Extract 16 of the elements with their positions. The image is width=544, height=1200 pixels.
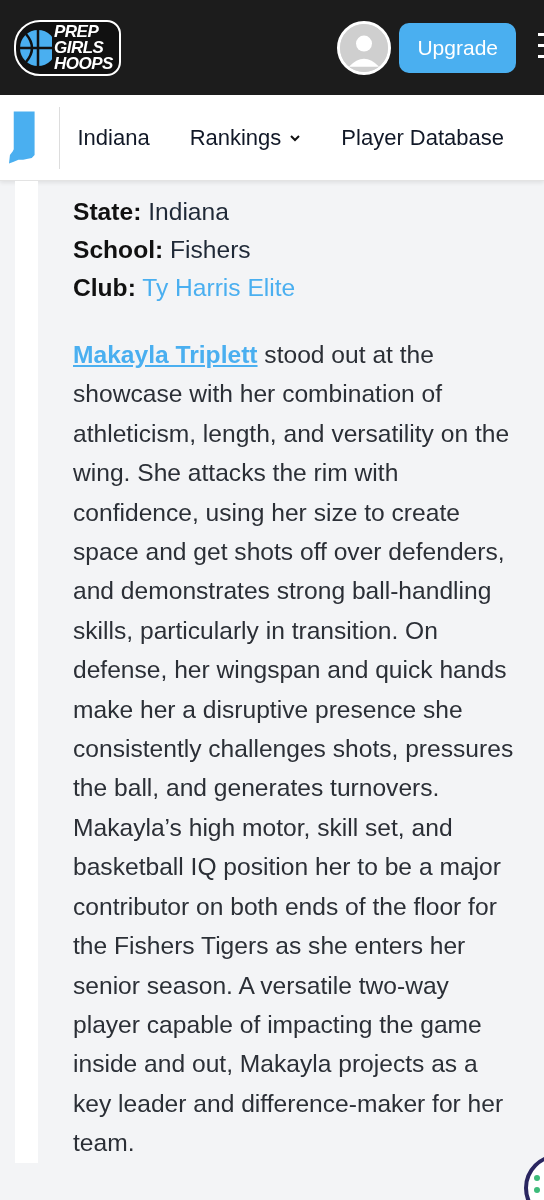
logo[interactable]: PREP GIRLS HOOPS [14, 19, 121, 76]
detail-value: Fishers [170, 236, 251, 263]
nav-link[interactable]: Player Database [341, 124, 504, 151]
logo-text: PREP [54, 23, 100, 40]
detail-value: Indiana [148, 198, 229, 225]
basketball-icon [18, 27, 52, 68]
logo-text: GIRLS [54, 39, 105, 56]
detail-label: State: [73, 198, 142, 225]
logo-text: HOOPS [54, 55, 113, 72]
nav-link[interactable]: Indiana [77, 124, 150, 151]
nav-link[interactable]: Rankings [189, 124, 302, 151]
chevron-down-icon [289, 133, 302, 142]
detail-label: School: [73, 236, 164, 263]
paragraph: Makayla Triplett stood out at the showcase with her combination of athleticism, length, and versatility on the wing. She attacks the rim with confidence, using her size to create space and get shots off over defenders, and demonstrates strong ball-handling skills, particularly in transition. On defense, her wingspan and quick hands make her a disruptive presence she consistently challenges shots, pressures the ball, and generates turnovers. Makayla’s high motor, skill set, and basketball IQ position her to be a major contributor on both ends of the floor for the Fishers Tigers as she enters her senior season. A versatile two-way player capable of impacting the game inside and out, Makayla projects as a key leader and difference-maker for her team. [73, 340, 515, 1159]
detail-label: Club: [73, 274, 136, 301]
menu-icon[interactable] [538, 33, 544, 59]
